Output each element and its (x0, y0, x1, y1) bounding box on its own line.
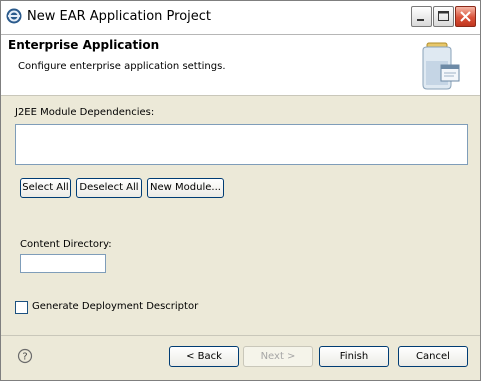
deselect-all-button[interactable]: Deselect All (76, 178, 142, 198)
close-button[interactable] (455, 6, 476, 27)
minimize-button[interactable] (411, 6, 432, 27)
eclipse-app-icon (6, 8, 22, 24)
new-module-button[interactable]: New Module... (147, 178, 224, 198)
generate-descriptor-checkbox[interactable] (15, 301, 28, 314)
svg-text:?: ? (22, 352, 27, 363)
window-title: New EAR Application Project (27, 9, 212, 24)
generate-descriptor-label[interactable]: Generate Deployment Descriptor (32, 301, 198, 312)
content-directory-input[interactable] (20, 254, 106, 273)
select-all-button[interactable]: Select All (20, 178, 71, 198)
ear-wizard-icon (422, 42, 460, 90)
finish-button[interactable]: Finish (319, 346, 389, 367)
wizard-dialog: New EAR Application Project Enterprise A… (0, 0, 481, 381)
page-description: Configure enterprise application setting… (18, 61, 226, 72)
module-dependencies-label: J2EE Module Dependencies: (15, 107, 155, 118)
page-title: Enterprise Application (8, 38, 160, 52)
wizard-banner: Enterprise Application Configure enterpr… (1, 35, 480, 96)
title-bar[interactable]: New EAR Application Project (1, 1, 480, 35)
maximize-icon (438, 11, 449, 21)
module-dependencies-list[interactable] (15, 124, 468, 165)
help-icon[interactable]: ? (17, 348, 33, 364)
maximize-button[interactable] (433, 6, 454, 27)
next-button[interactable]: Next > (243, 346, 313, 367)
close-icon (460, 11, 471, 22)
cancel-button[interactable]: Cancel (398, 346, 468, 367)
minimize-icon (417, 19, 424, 21)
footer-separator (1, 335, 480, 336)
content-directory-label: Content Directory: (20, 239, 112, 250)
back-button[interactable]: < Back (169, 346, 239, 367)
